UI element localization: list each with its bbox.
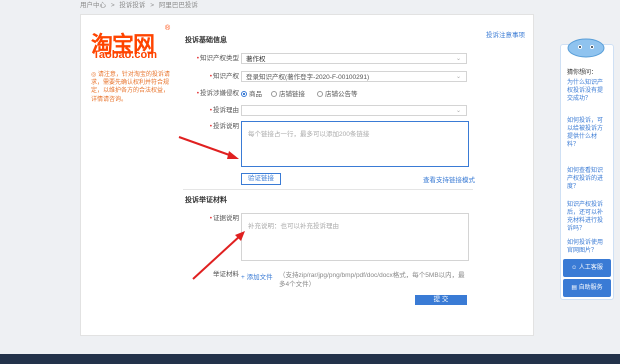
chevron-down-icon: ⌄ [455, 108, 461, 114]
proof-textarea[interactable]: 补充说明：也可以补充投诉理由 [241, 213, 469, 261]
breadcrumb: 用户中心 > 投诉投诉 > 阿里巴巴投诉 [80, 0, 201, 12]
footer-bar [0, 354, 620, 364]
faq-item[interactable]: 知识产权投诉后，还可以补充材料进行投诉吗？ [567, 201, 607, 233]
doc-icon: ▤ [571, 285, 579, 291]
divider [183, 189, 473, 190]
chevron-down-icon: ⌄ [455, 56, 461, 62]
self-service-button[interactable]: ▤ 自助服务 [563, 279, 611, 297]
upload-note: （支持zip/rar/jpg/png/bmp/pdf/doc/docx格式，每个… [279, 272, 465, 288]
faq-item[interactable]: 为什么知识产权投诉没有提交成功？ [567, 79, 607, 103]
radio-selected-icon [241, 91, 247, 97]
proof-label: •证据说明 [209, 215, 239, 222]
notice-tip: ◎ 请注意，针对淘宝的投诉请求，需要先确认权利并符合规定，以维护各方的合法权益，… [91, 72, 170, 103]
faq-item[interactable]: 如何查看知识产权投诉的进度？ [567, 167, 607, 191]
faq-item[interactable]: 如何投诉，可以给被投诉方提供什么材料？ [567, 117, 607, 149]
desc-label: •投诉说明 [209, 123, 239, 130]
reason-label: •投诉理由 [209, 107, 239, 114]
links-textarea[interactable]: 每个链接占一行，最多可以添加200条链接 [241, 121, 469, 167]
annotation-arrow-1 [178, 136, 239, 159]
breadcrumb-current: 阿里巴巴投诉 [158, 2, 198, 9]
section-evidence-title: 投诉举证材料 [185, 197, 227, 204]
ip-type-label: •知识产权类型 [196, 55, 239, 62]
chevron-down-icon: ⌄ [455, 74, 461, 80]
annotation-arrow-2 [192, 231, 245, 280]
registered-mark: ® [165, 25, 171, 32]
section-basic-info-title: 投诉基础信息 [185, 37, 227, 44]
help-link[interactable]: 投诉注意事项 [486, 29, 525, 39]
taobao-logo-en: Taobao.com [93, 49, 157, 61]
breadcrumb-separator: > [110, 2, 115, 9]
ip-type-select[interactable]: 著作权 ⌄ [241, 53, 467, 64]
mascot-cloud-icon [567, 38, 605, 58]
complaint-form-card: 淘宝网 ® Taobao.com ◎ 请注意，针对淘宝的投诉请求，需要先确认权利… [80, 14, 534, 336]
faq-item[interactable]: 如何投诉使用官网图片？ [567, 239, 607, 255]
validate-links-button[interactable]: 验证链接 [241, 173, 281, 185]
ip-value: 登录知识产权(著作登字-2020-F-00100291) [246, 74, 370, 81]
breadcrumb-separator: > [150, 2, 155, 9]
radio-shop-notice[interactable]: 店铺公告等 [317, 89, 358, 100]
ip-type-value: 著作权 [246, 56, 266, 63]
help-panel-title: 猜你想问： [567, 70, 598, 76]
help-panel: 猜你想问： 为什么知识产权投诉没有提交成功？ 如何投诉，可以给被投诉方提供什么材… [560, 44, 614, 300]
radio-shop-link[interactable]: 店铺链接 [271, 89, 305, 100]
breadcrumb-item[interactable]: 投诉投诉 [119, 2, 145, 9]
radio-goods[interactable]: 商品 [241, 89, 262, 100]
radio-icon [271, 91, 277, 97]
ip-select[interactable]: 登录知识产权(著作登字-2020-F-00100291) ⌄ [241, 71, 467, 82]
view-link-format-link[interactable]: 查看支持链接模式 [423, 174, 475, 184]
ip-label: •知识产权 [209, 73, 239, 80]
radio-icon [317, 91, 323, 97]
submit-button[interactable]: 提 交 [415, 295, 467, 305]
breadcrumb-item[interactable]: 用户中心 [80, 2, 106, 9]
user-icon: ☺ [571, 265, 579, 271]
reason-select[interactable]: ⌄ [241, 105, 467, 116]
method-label: •投诉涉嫌侵权 [196, 90, 239, 97]
human-service-button[interactable]: ☺ 人工客服 [563, 259, 611, 277]
